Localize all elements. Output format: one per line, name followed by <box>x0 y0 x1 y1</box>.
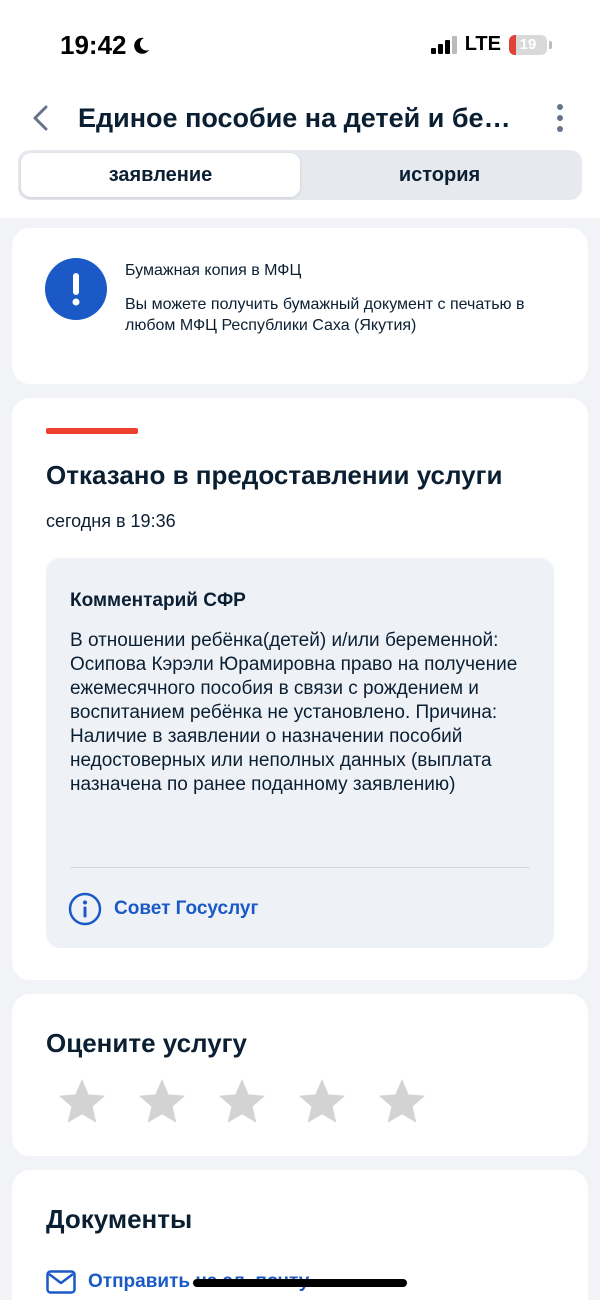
info-circle-icon <box>68 892 102 926</box>
comment-title: Комментарий СФР <box>70 590 246 611</box>
status-date: сегодня в 19:36 <box>46 511 176 531</box>
home-indicator <box>193 1279 407 1287</box>
star-icon-5[interactable] <box>376 1076 428 1128</box>
tab-history[interactable]: история <box>300 153 579 197</box>
status-indicator-bar <box>46 428 138 434</box>
status-indicators: LTE 19 <box>430 33 552 56</box>
more-vertical-icon <box>557 104 563 110</box>
star-icon-1[interactable] <box>56 1076 108 1128</box>
mfc-info-card: Бумажная копия в МФЦ Вы можете получить … <box>12 228 588 384</box>
battery-level: 19 <box>519 35 537 53</box>
network-type: LTE <box>464 33 501 55</box>
rating-title: Оцените услугу <box>46 1028 247 1058</box>
comment-text: В отношении ребёнка(детей) и/или беремен… <box>70 630 518 795</box>
top-app-bar: Единое пособие на детей и беременных <box>0 90 600 146</box>
moon-icon <box>133 37 149 54</box>
comment-divider <box>70 867 530 868</box>
star-icon-3[interactable] <box>216 1076 268 1128</box>
cellular-signal-icon <box>430 35 457 54</box>
status-bar: 19:42 LTE 19 <box>0 0 600 90</box>
info-text: Вы можете получить бумажный документ с п… <box>125 296 525 334</box>
envelope-icon <box>46 1270 76 1294</box>
status-time: 19:42 <box>60 30 127 60</box>
battery-icon: 19 <box>509 34 547 55</box>
battery-nub <box>549 40 552 49</box>
advice-link[interactable]: Совет Госуслуг <box>68 892 258 926</box>
status-title: Отказано в предоставлении услуги <box>46 460 503 490</box>
star-icon-4[interactable] <box>296 1076 348 1128</box>
page-title: Единое пособие на детей и беременных <box>78 103 518 133</box>
tabs-container: заявление история <box>0 146 600 218</box>
more-menu-button[interactable] <box>552 100 568 136</box>
chevron-left-icon <box>33 105 48 131</box>
exclamation-icon <box>45 258 107 320</box>
rating-card: Оцените услугу <box>12 994 588 1156</box>
advice-label: Совет Госуслуг <box>114 898 259 919</box>
segmented-tabs: заявление история <box>18 150 582 200</box>
application-status-card: Отказано в предоставлении услуги сегодня… <box>12 398 588 980</box>
documents-title: Документы <box>46 1204 193 1234</box>
status-time-group: 19:42 <box>60 30 151 61</box>
star-rating <box>56 1076 428 1128</box>
tab-application[interactable]: заявление <box>21 153 300 197</box>
info-title: Бумажная копия в МФЦ <box>125 262 302 279</box>
star-icon-2[interactable] <box>136 1076 188 1128</box>
back-button[interactable] <box>26 100 56 136</box>
comment-box: Комментарий СФР В отношении ребёнка(дете… <box>46 558 554 948</box>
